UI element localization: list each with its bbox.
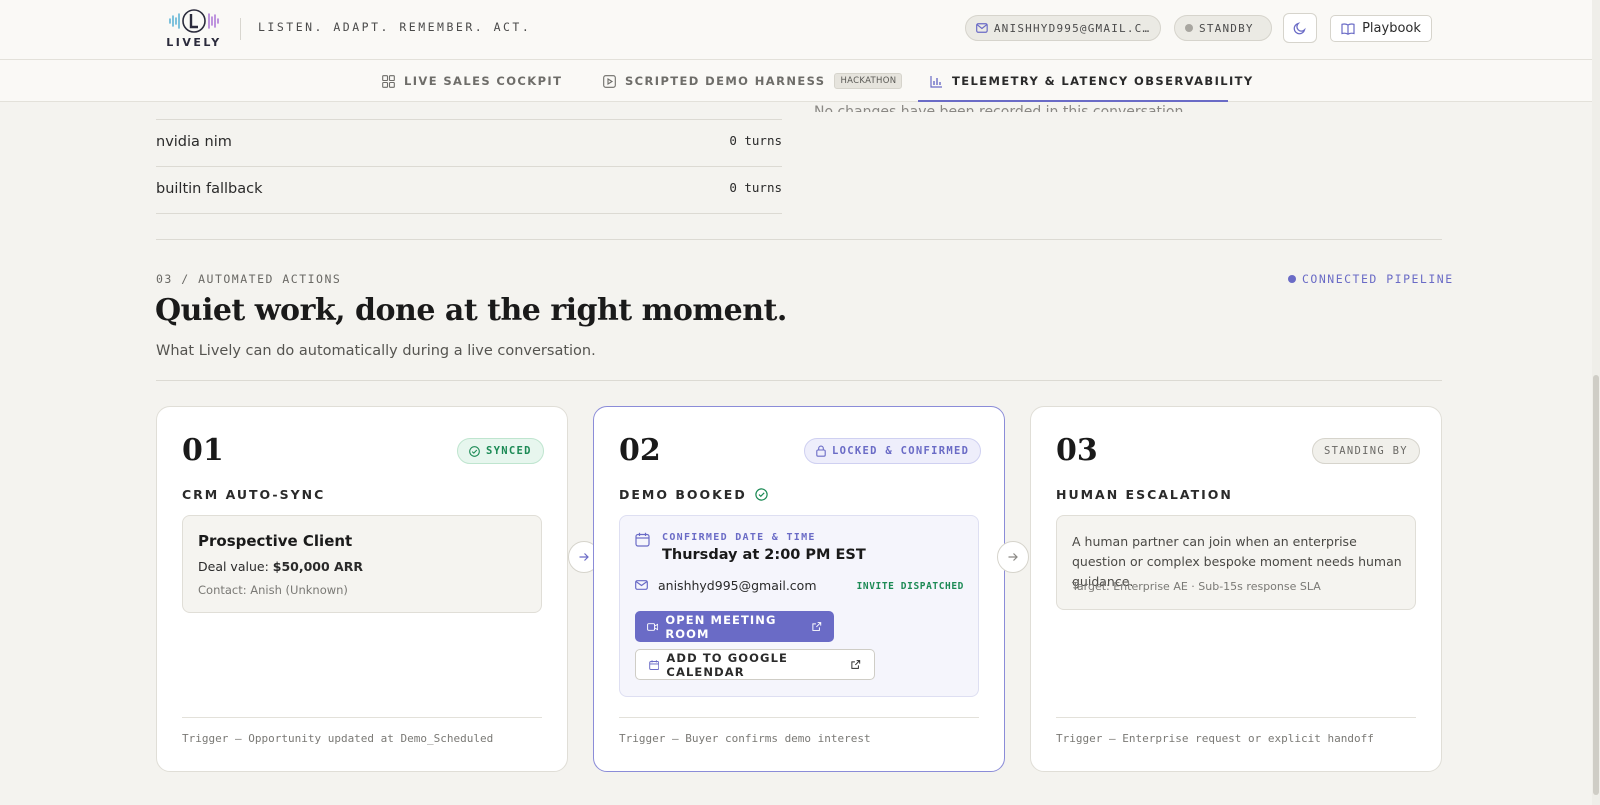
theme-toggle-button[interactable] [1283, 13, 1317, 43]
section-divider [156, 239, 1442, 240]
play-icon [603, 74, 616, 88]
card-number: 03 [1056, 433, 1098, 468]
row-divider [156, 166, 782, 167]
tab-label: LIVE SALES COCKPIT [404, 74, 563, 88]
bar-chart-icon [930, 75, 942, 88]
card-trigger: Trigger — Buyer confirms demo interest [619, 732, 871, 745]
human-escalation-card: 03 STANDING BY HUMAN ESCALATION A human … [1030, 406, 1442, 772]
section-divider [156, 380, 1442, 381]
user-email-pill[interactable]: ANISHHYD995@GMAIL.CO… [965, 15, 1161, 41]
card-title-text: DEMO BOOKED [619, 487, 747, 502]
card-title: DEMO BOOKED [619, 487, 768, 502]
client-name: Prospective Client [198, 532, 353, 550]
lock-icon [816, 445, 826, 457]
calendar-icon [649, 659, 660, 670]
button-label: OPEN MEETING ROOM [665, 612, 777, 641]
main-tabs: LIVE SALES COCKPIT SCRIPTED DEMO HARNESS… [0, 60, 1592, 102]
tab-label: SCRIPTED DEMO HARNESS [625, 74, 826, 88]
escalation-details: A human partner can join when an enterpr… [1056, 515, 1416, 610]
active-tab-indicator [918, 100, 1228, 102]
tab-telemetry-latency[interactable]: TELEMETRY & LATENCY OBSERVABILITY [930, 60, 1254, 102]
contact-text: Contact: Anish (Unknown) [198, 583, 348, 597]
page-scrollbar[interactable] [1592, 0, 1600, 805]
booking-details: CONFIRMED DATE & TIME Thursday at 2:00 P… [619, 515, 979, 697]
card-title-text: CRM AUTO-SYNC [182, 487, 326, 502]
pipeline-arrow-icon [997, 541, 1029, 573]
standing-by-badge: STANDING BY [1312, 438, 1420, 464]
open-meeting-room-button[interactable]: OPEN MEETING ROOM [635, 611, 834, 642]
card-title: HUMAN ESCALATION [1056, 487, 1233, 502]
connected-label: CONNECTED PIPELINE [1302, 272, 1454, 286]
demo-booked-card: 02 LOCKED & CONFIRMED DEMO BOOKED CONFIR… [593, 406, 1005, 772]
mail-icon [976, 23, 988, 33]
badge-label: SYNCED [486, 445, 532, 457]
status-pill: STANDBY [1174, 15, 1272, 41]
badge-label: STANDING BY [1324, 445, 1408, 457]
provider-turns: 0 turns [729, 133, 782, 148]
deal-value-row: Deal value: $50,000 ARR [198, 559, 363, 574]
invitee-email: anishhyd995@gmail.com [658, 578, 817, 593]
card-footer-divider [1056, 717, 1416, 718]
crm-record: Prospective Client Deal value: $50,000 A… [182, 515, 542, 613]
grid-icon [382, 74, 395, 88]
scrollbar-thumb[interactable] [1593, 375, 1599, 795]
locked-confirmed-badge: LOCKED & CONFIRMED [804, 438, 982, 464]
moon-icon [1293, 22, 1306, 35]
connected-pipeline-indicator: CONNECTED PIPELINE [1288, 272, 1454, 286]
status-label: STANDBY [1199, 21, 1254, 35]
row-divider [156, 119, 782, 120]
row-divider [156, 213, 782, 214]
check-circle-icon [469, 445, 480, 457]
tab-scripted-demo-harness[interactable]: SCRIPTED DEMO HARNESS HACKATHON [603, 60, 903, 102]
tagline: LISTEN. ADAPT. REMEMBER. ACT. [258, 20, 532, 34]
change-log-empty-text: No changes have been recorded in this co… [814, 104, 1188, 120]
confirmed-datetime-value: Thursday at 2:00 PM EST [662, 547, 866, 563]
external-link-icon [851, 660, 861, 669]
hackathon-badge: HACKATHON [834, 73, 903, 89]
provider-turns: 0 turns [729, 180, 782, 195]
section-label: 03 / AUTOMATED ACTIONS [156, 272, 342, 286]
escalation-target: Target: Enterprise AE · Sub-15s response… [1072, 580, 1321, 593]
user-email: ANISHHYD995@GMAIL.CO… [993, 21, 1150, 35]
deal-value: $50,000 ARR [272, 559, 363, 574]
book-open-icon [1341, 22, 1355, 35]
confirmed-datetime-label: CONFIRMED DATE & TIME [662, 532, 816, 543]
logo-wordmark: LIVELY [166, 36, 222, 49]
pipeline-dot-icon [1288, 275, 1296, 283]
crm-auto-sync-card: 01 SYNCED CRM AUTO-SYNC Prospective Clie… [156, 406, 568, 772]
button-label: ADD TO GOOGLE CALENDAR [666, 650, 788, 679]
invite-status: INVITE DISPATCHED [856, 581, 964, 592]
card-trigger: Trigger — Opportunity updated at Demo_Sc… [182, 732, 494, 745]
provider-name: builtin fallback [156, 181, 263, 197]
check-circle-icon [755, 488, 768, 501]
header-divider [240, 18, 241, 40]
tab-label: TELEMETRY & LATENCY OBSERVABILITY [952, 74, 1254, 88]
logo-waveform-icon [169, 9, 219, 33]
section-subtitle: What Lively can do automatically during … [156, 343, 596, 359]
badge-label: LOCKED & CONFIRMED [832, 445, 970, 457]
card-footer-divider [619, 717, 979, 718]
card-number: 01 [182, 433, 224, 468]
video-icon [647, 622, 659, 631]
playbook-label: Playbook [1362, 21, 1421, 36]
external-link-icon [812, 622, 822, 631]
synced-badge: SYNCED [457, 438, 544, 464]
status-dot-icon [1185, 24, 1193, 32]
app-header: LIVELY LISTEN. ADAPT. REMEMBER. ACT. ANI… [0, 0, 1592, 60]
provider-name: nvidia nim [156, 134, 232, 150]
section-title: Quiet work, done at the right moment. [155, 293, 787, 328]
tab-live-sales-cockpit[interactable]: LIVE SALES COCKPIT [382, 60, 562, 102]
card-title: CRM AUTO-SYNC [182, 487, 325, 502]
card-footer-divider [182, 717, 542, 718]
playbook-button[interactable]: Playbook [1330, 15, 1432, 42]
mail-icon [635, 580, 648, 590]
add-to-google-calendar-button[interactable]: ADD TO GOOGLE CALENDAR [635, 649, 875, 680]
card-title-text: HUMAN ESCALATION [1056, 487, 1233, 502]
calendar-icon [635, 532, 650, 547]
card-number: 02 [619, 433, 661, 468]
deal-label: Deal value: [198, 559, 269, 574]
lively-logo[interactable]: LIVELY [164, 8, 224, 50]
card-trigger: Trigger — Enterprise request or explicit… [1056, 732, 1374, 745]
